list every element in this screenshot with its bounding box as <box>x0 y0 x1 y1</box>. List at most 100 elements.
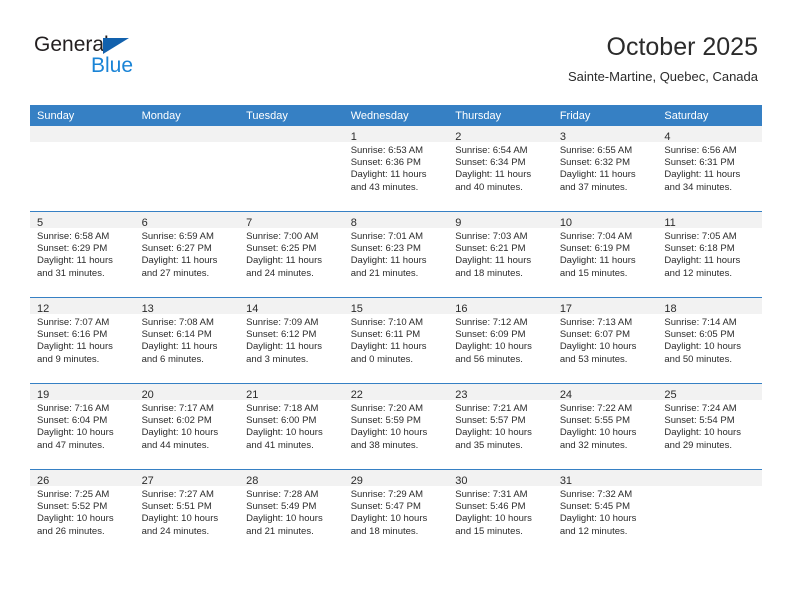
day-cell[interactable]: 3 Sunrise: 6:55 AM Sunset: 6:32 PM Dayli… <box>552 126 658 212</box>
day-cell[interactable]: 13 Sunrise: 7:08 AM Sunset: 6:14 PM Dayl… <box>134 297 240 384</box>
day-number-band: 19 <box>30 384 135 401</box>
daylight-text-line2: and 24 minutes. <box>246 267 314 279</box>
day-cell[interactable]: 9 Sunrise: 7:03 AM Sunset: 6:21 PM Dayli… <box>448 211 553 298</box>
day-cell[interactable]: 11 Sunrise: 7:05 AM Sunset: 6:18 PM Dayl… <box>657 211 762 298</box>
day-number: 22 <box>350 389 363 401</box>
weekday-header-friday: Friday <box>552 105 658 126</box>
sunset-text: Sunset: 6:16 PM <box>37 329 108 341</box>
day-info: Sunrise: 7:29 AM Sunset: 5:47 PM Dayligh… <box>344 486 449 538</box>
day-cell[interactable]: 21 Sunrise: 7:18 AM Sunset: 6:00 PM Dayl… <box>239 383 344 470</box>
day-cell[interactable]: 25 Sunrise: 7:24 AM Sunset: 5:54 PM Dayl… <box>657 383 762 470</box>
sunset-text: Sunset: 6:31 PM <box>664 157 735 169</box>
day-number-band: 20 <box>134 384 240 401</box>
daylight-text-line1: Daylight: 10 hours <box>559 341 637 353</box>
sunrise-text: Sunrise: 7:03 AM <box>455 231 528 242</box>
sunrise-text: Sunrise: 7:10 AM <box>350 317 424 328</box>
day-cell[interactable]: 8 Sunrise: 7:01 AM Sunset: 6:23 PM Dayli… <box>343 211 449 298</box>
day-cell[interactable]: 28 Sunrise: 7:28 AM Sunset: 5:49 PM Dayl… <box>239 469 344 555</box>
week-row: 19 Sunrise: 7:16 AM Sunset: 6:04 PM Dayl… <box>30 383 762 470</box>
calendar-header-row-group: Sunday Monday Tuesday Wednesday Thursday… <box>30 105 762 126</box>
sunrise-text: Sunrise: 6:56 AM <box>664 145 737 156</box>
day-cell[interactable]: 15 Sunrise: 7:10 AM Sunset: 6:11 PM Dayl… <box>343 297 449 384</box>
daylight-text-line2: and 15 minutes. <box>559 267 628 279</box>
day-cell[interactable]: 12 Sunrise: 7:07 AM Sunset: 6:16 PM Dayl… <box>30 297 135 384</box>
day-info: Sunrise: 7:00 AM Sunset: 6:25 PM Dayligh… <box>239 228 344 280</box>
day-info: Sunrise: 7:01 AM Sunset: 6:23 PM Dayligh… <box>344 228 449 280</box>
day-number: 15 <box>350 303 363 315</box>
day-cell[interactable]: 30 Sunrise: 7:31 AM Sunset: 5:46 PM Dayl… <box>448 469 553 555</box>
sunset-text: Sunset: 6:23 PM <box>350 243 421 255</box>
daylight-text-line1: Daylight: 11 hours <box>246 255 322 267</box>
daylight-text-line2: and 37 minutes. <box>559 181 628 193</box>
day-cell[interactable]: 1 Sunrise: 6:53 AM Sunset: 6:36 PM Dayli… <box>343 126 449 212</box>
day-cell[interactable] <box>134 126 240 212</box>
daylight-text-line1: Daylight: 10 hours <box>246 427 323 439</box>
day-number: 19 <box>37 389 50 401</box>
day-cell[interactable]: 2 Sunrise: 6:54 AM Sunset: 6:34 PM Dayli… <box>448 126 553 212</box>
day-cell[interactable]: 10 Sunrise: 7:04 AM Sunset: 6:19 PM Dayl… <box>552 211 658 298</box>
day-cell[interactable]: 6 Sunrise: 6:59 AM Sunset: 6:27 PM Dayli… <box>134 211 240 298</box>
daylight-text-line2: and 44 minutes. <box>141 439 210 451</box>
day-cell[interactable]: 26 Sunrise: 7:25 AM Sunset: 5:52 PM Dayl… <box>30 469 135 555</box>
day-number-band: 22 <box>343 384 449 401</box>
daylight-text-line2: and 24 minutes. <box>141 525 210 537</box>
sunset-text: Sunset: 6:04 PM <box>37 415 108 427</box>
sunrise-text: Sunrise: 6:58 AM <box>37 231 110 242</box>
daylight-text-line2: and 9 minutes. <box>37 353 100 365</box>
day-cell[interactable]: 22 Sunrise: 7:20 AM Sunset: 5:59 PM Dayl… <box>343 383 449 470</box>
day-cell[interactable]: 20 Sunrise: 7:17 AM Sunset: 6:02 PM Dayl… <box>134 383 240 470</box>
daylight-text-line1: Daylight: 10 hours <box>455 427 532 439</box>
sunrise-text: Sunrise: 7:21 AM <box>455 403 528 414</box>
sunrise-text: Sunrise: 7:27 AM <box>141 489 214 500</box>
location-subtitle: Sainte-Martine, Quebec, Canada <box>567 69 758 84</box>
sunset-text: Sunset: 5:45 PM <box>559 501 631 513</box>
day-number: 13 <box>141 303 154 315</box>
day-cell[interactable]: 29 Sunrise: 7:29 AM Sunset: 5:47 PM Dayl… <box>343 469 449 555</box>
daylight-text-line2: and 21 minutes. <box>350 267 419 279</box>
daylight-text-line1: Daylight: 10 hours <box>246 513 323 525</box>
day-cell[interactable]: 4 Sunrise: 6:56 AM Sunset: 6:31 PM Dayli… <box>657 126 762 212</box>
day-cell[interactable] <box>239 126 344 212</box>
sunrise-text: Sunrise: 7:01 AM <box>350 231 424 242</box>
sunset-text: Sunset: 6:00 PM <box>246 415 317 427</box>
day-info: Sunrise: 7:32 AM Sunset: 5:45 PM Dayligh… <box>553 486 658 538</box>
day-cell[interactable] <box>30 126 135 212</box>
day-cell[interactable]: 7 Sunrise: 7:00 AM Sunset: 6:25 PM Dayli… <box>239 211 344 298</box>
day-cell[interactable]: 5 Sunrise: 6:58 AM Sunset: 6:29 PM Dayli… <box>30 211 135 298</box>
sunrise-text: Sunrise: 6:54 AM <box>455 145 528 156</box>
day-cell[interactable]: 24 Sunrise: 7:22 AM Sunset: 5:55 PM Dayl… <box>552 383 658 470</box>
day-info: Sunrise: 7:25 AM Sunset: 5:52 PM Dayligh… <box>30 486 135 538</box>
day-cell[interactable]: 27 Sunrise: 7:27 AM Sunset: 5:51 PM Dayl… <box>134 469 240 555</box>
day-number-band: 18 <box>657 298 762 315</box>
page-title: October 2025 <box>606 33 759 61</box>
day-cell[interactable]: 19 Sunrise: 7:16 AM Sunset: 6:04 PM Dayl… <box>30 383 135 470</box>
day-cell[interactable]: 16 Sunrise: 7:12 AM Sunset: 6:09 PM Dayl… <box>448 297 553 384</box>
calendar-page: General Blue October 2025 Sainte-Martine… <box>0 0 792 612</box>
calendar-body: 1 Sunrise: 6:53 AM Sunset: 6:36 PM Dayli… <box>30 126 762 555</box>
day-info: Sunrise: 7:21 AM Sunset: 5:57 PM Dayligh… <box>448 400 553 452</box>
sunrise-text: Sunrise: 7:00 AM <box>246 231 319 242</box>
day-cell[interactable]: 17 Sunrise: 7:13 AM Sunset: 6:07 PM Dayl… <box>552 297 658 384</box>
daylight-text-line1: Daylight: 11 hours <box>455 169 532 181</box>
sunset-text: Sunset: 5:52 PM <box>37 501 108 513</box>
day-info <box>657 486 762 489</box>
sunrise-text: Sunrise: 7:14 AM <box>664 317 737 328</box>
daylight-text-line2: and 18 minutes. <box>455 267 523 279</box>
day-cell[interactable]: 31 Sunrise: 7:32 AM Sunset: 5:45 PM Dayl… <box>552 469 658 555</box>
daylight-text-line1: Daylight: 11 hours <box>350 169 427 181</box>
sunset-text: Sunset: 6:02 PM <box>141 415 212 427</box>
general-blue-logo[interactable]: General Blue <box>34 33 214 81</box>
day-cell[interactable]: 14 Sunrise: 7:09 AM Sunset: 6:12 PM Dayl… <box>239 297 344 384</box>
daylight-text-line2: and 31 minutes. <box>37 267 105 279</box>
day-info: Sunrise: 7:03 AM Sunset: 6:21 PM Dayligh… <box>448 228 553 280</box>
day-cell[interactable]: 23 Sunrise: 7:21 AM Sunset: 5:57 PM Dayl… <box>448 383 553 470</box>
daylight-text-line1: Daylight: 10 hours <box>664 341 741 353</box>
day-cell[interactable] <box>657 469 762 555</box>
daylight-text-line2: and 29 minutes. <box>664 439 732 451</box>
weekday-header-row: Sunday Monday Tuesday Wednesday Thursday… <box>30 105 762 126</box>
sunrise-text: Sunrise: 6:59 AM <box>141 231 214 242</box>
day-cell[interactable]: 18 Sunrise: 7:14 AM Sunset: 6:05 PM Dayl… <box>657 297 762 384</box>
day-info: Sunrise: 7:27 AM Sunset: 5:51 PM Dayligh… <box>135 486 240 538</box>
weekday-header-monday: Monday <box>134 105 240 126</box>
week-row: 12 Sunrise: 7:07 AM Sunset: 6:16 PM Dayl… <box>30 297 762 384</box>
